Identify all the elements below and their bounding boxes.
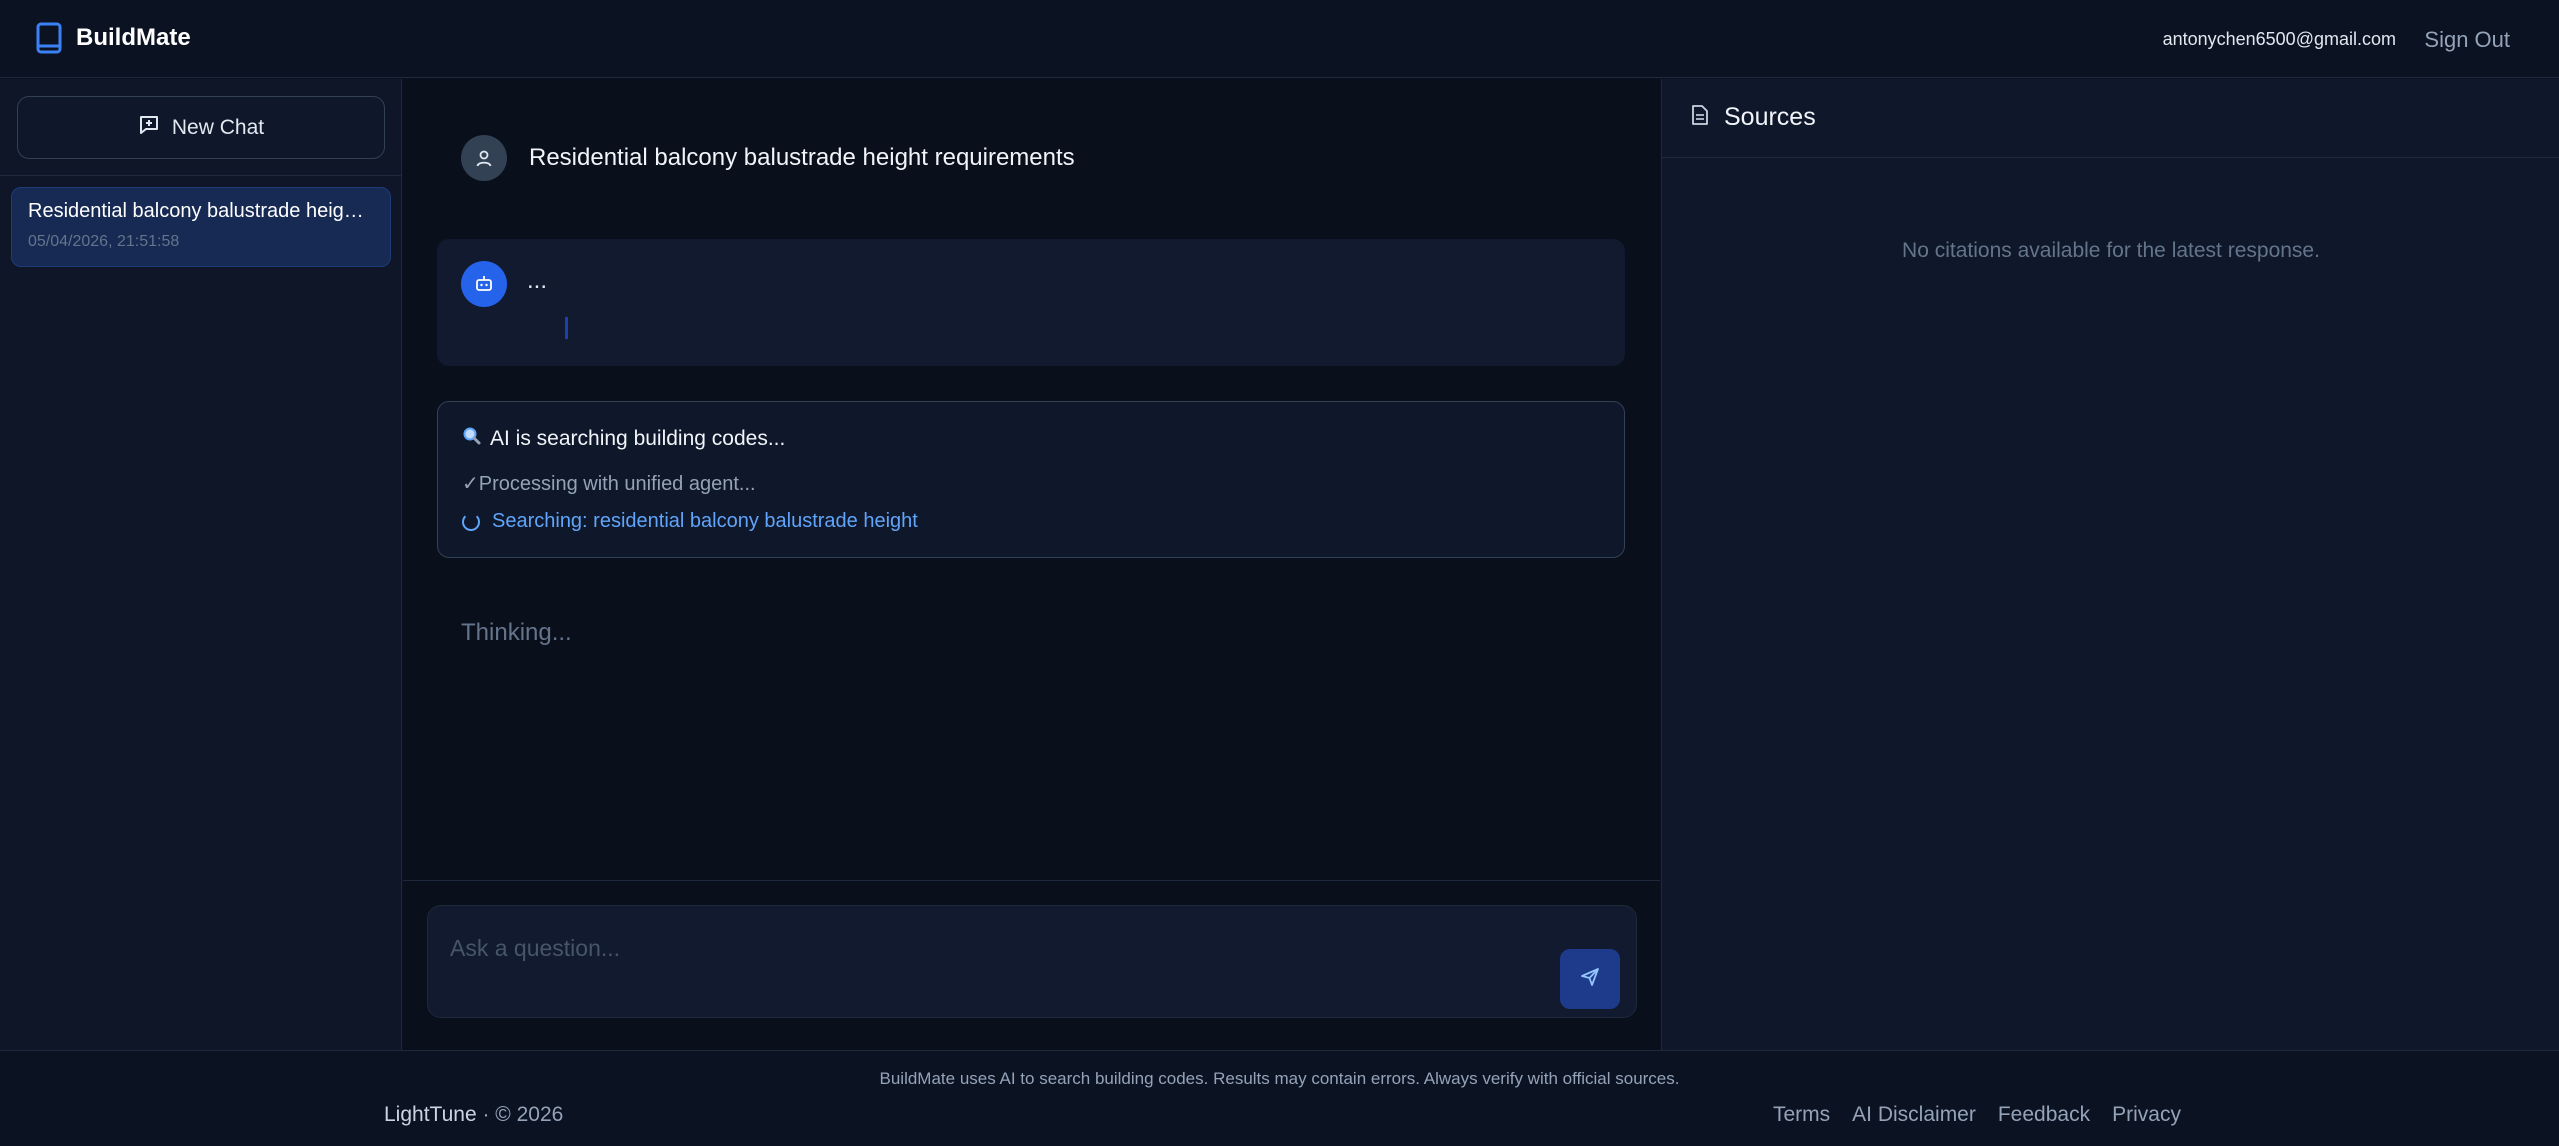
thinking-indicator: Thinking... [461, 619, 572, 646]
privacy-link[interactable]: Privacy [2112, 1103, 2181, 1127]
sign-out-button[interactable]: Sign Out [2424, 27, 2510, 53]
chat-panel: Residential balcony balustrade height re… [403, 79, 1660, 1050]
typing-cursor [565, 317, 568, 339]
sources-panel: Sources No citations available for the l… [1661, 79, 2559, 1050]
ai-disclaimer-text: BuildMate uses AI to search building cod… [879, 1069, 1680, 1088]
status-title-text: AI is searching building codes... [490, 427, 786, 450]
copyright-text: · © 2026 [482, 1103, 564, 1126]
company-name: LightTune [384, 1103, 477, 1126]
document-icon [1690, 104, 1710, 131]
chat-history-title: Residential balcony balustrade height re… [28, 200, 374, 222]
book-icon [36, 22, 62, 54]
copyright: LightTune · © 2026 [384, 1103, 563, 1127]
composer [427, 905, 1637, 1018]
new-chat-button[interactable]: New Chat [17, 96, 385, 159]
spinner-icon [462, 512, 480, 531]
terms-link[interactable]: Terms [1773, 1103, 1830, 1127]
top-bar: BuildMate antonychen6500@gmail.com Sign … [0, 0, 2559, 78]
magnifier-icon [462, 426, 482, 452]
chat-history-item[interactable]: Residential balcony balustrade height re… [11, 187, 391, 267]
ai-disclaimer-link[interactable]: AI Disclaimer [1852, 1103, 1976, 1127]
sources-empty-message: No citations available for the latest re… [1902, 239, 2320, 262]
sidebar: New Chat Residential balcony balustrade … [0, 79, 402, 1050]
status-title: AI is searching building codes... [462, 426, 785, 452]
chat-history-timestamp: 05/04/2026, 21:51:58 [28, 233, 180, 250]
sources-divider [1662, 157, 2559, 158]
user-email: antonychen6500@gmail.com [2162, 29, 2396, 49]
new-chat-icon [138, 114, 160, 141]
input-divider [403, 880, 1660, 881]
status-done-step: ✓Processing with unified agent... [462, 473, 756, 495]
search-status-card: AI is searching building codes... ✓Proce… [437, 401, 1625, 558]
sidebar-divider [0, 175, 402, 176]
bot-icon [461, 261, 507, 307]
status-active-text: Searching: residential balcony balustrad… [492, 510, 918, 532]
assistant-message-text: ... [527, 267, 548, 294]
brand-name: BuildMate [76, 24, 191, 51]
user-message: Residential balcony balustrade height re… [461, 135, 1075, 181]
new-chat-label: New Chat [171, 115, 265, 139]
footer-links: Terms AI Disclaimer Feedback Privacy [1773, 1103, 2203, 1127]
footer: BuildMate uses AI to search building cod… [0, 1050, 2559, 1146]
sources-header: Sources [1690, 103, 1816, 132]
send-button[interactable] [1560, 949, 1620, 1009]
feedback-link[interactable]: Feedback [1998, 1103, 2090, 1127]
assistant-message: ... [437, 239, 1625, 366]
question-input[interactable] [450, 928, 1510, 968]
status-active-step: Searching: residential balcony balustrad… [462, 510, 918, 533]
user-message-text: Residential balcony balustrade height re… [529, 144, 1075, 171]
brand[interactable]: BuildMate [36, 22, 191, 54]
send-icon [1579, 966, 1601, 993]
user-avatar-icon [461, 135, 507, 181]
sources-title: Sources [1724, 103, 1816, 131]
